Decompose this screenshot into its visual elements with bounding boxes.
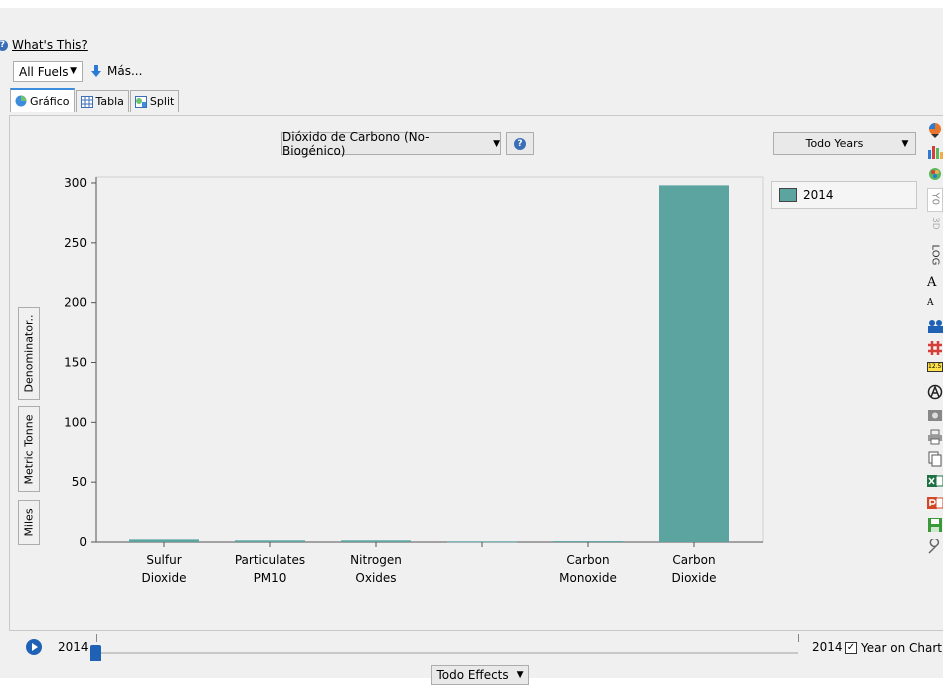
y-zero-toggle[interactable]: Y0	[927, 188, 943, 212]
bar[interactable]	[553, 541, 623, 543]
timeline-start-year: 2014	[58, 640, 89, 654]
y-tick-label: 50	[72, 475, 87, 489]
y-tick-label: 100	[64, 415, 87, 429]
effects-select[interactable]: Todo Effects ▼	[431, 665, 529, 685]
data-labels-icon[interactable]	[927, 384, 943, 400]
bar[interactable]	[235, 540, 305, 542]
decimal-places-label: 12.5	[928, 363, 942, 370]
font-smaller-button[interactable]: A	[927, 298, 943, 314]
y-zero-label: Y0	[929, 192, 941, 205]
copy-icon[interactable]	[927, 451, 943, 467]
x-tick-label: Oxides	[355, 571, 396, 585]
x-tick-label: Carbon	[566, 553, 609, 567]
year-on-chart-label: Year on Chart	[861, 641, 942, 655]
bar-chart-icon[interactable]	[927, 144, 943, 160]
font-larger-button[interactable]: A	[927, 275, 943, 291]
pie-chart-icon[interactable]	[927, 122, 943, 138]
y-tick-label: 300	[64, 176, 87, 190]
timeline-end-year: 2014	[812, 640, 843, 654]
three-d-toggle[interactable]: 3D	[927, 216, 943, 236]
log-scale-label: LOG	[929, 244, 941, 266]
y-tick-label: 200	[64, 296, 87, 310]
y-tick-label: 0	[79, 535, 87, 549]
bar[interactable]	[341, 540, 411, 542]
font-larger-label: A	[927, 275, 937, 290]
year-on-chart-checkbox[interactable]: ✓ Year on Chart	[845, 641, 942, 655]
x-tick-label: Nitrogen	[350, 553, 402, 567]
checkbox-checked-icon: ✓	[845, 642, 857, 654]
font-smaller-label: A	[927, 298, 934, 308]
bar[interactable]	[129, 539, 199, 542]
x-tick-label: Sulfur	[146, 553, 181, 567]
timeline-start-tick	[96, 634, 97, 642]
x-tick-label: Carbon	[672, 553, 715, 567]
x-tick-label: Monoxide	[559, 571, 617, 585]
x-tick-label: PM10	[254, 571, 287, 585]
color-palette-icon[interactable]	[927, 166, 943, 182]
camera-icon[interactable]	[927, 407, 943, 423]
excel-icon[interactable]	[927, 473, 943, 489]
grid-hash-icon[interactable]	[927, 340, 943, 356]
log-scale-toggle[interactable]: LOG	[927, 242, 943, 266]
save-icon[interactable]	[927, 517, 943, 533]
people-icon[interactable]	[927, 318, 943, 334]
play-button[interactable]	[26, 639, 42, 655]
effects-select-value: Todo Effects	[436, 668, 509, 682]
y-tick-label: 250	[64, 236, 87, 250]
x-tick-label: Dioxide	[672, 571, 717, 585]
bar-chart: 0 50 100 150 200 250 300 Sulfur Dioxide Particul…	[64, 176, 764, 585]
x-tick-label: Particulates	[235, 553, 305, 567]
print-icon[interactable]	[927, 429, 943, 445]
timeline-slider-handle[interactable]	[90, 645, 101, 661]
decimal-places-button[interactable]: 12.5	[927, 362, 943, 372]
three-d-label: 3D	[930, 217, 940, 230]
bar[interactable]	[659, 185, 729, 542]
y-tick-label: 150	[64, 355, 87, 369]
wrench-icon[interactable]	[927, 539, 943, 555]
timeline-end-tick	[798, 634, 799, 642]
chevron-down-icon: ▼	[516, 670, 524, 680]
powerpoint-icon[interactable]	[927, 495, 943, 511]
x-tick-label: Dioxide	[142, 571, 187, 585]
timeline-track[interactable]	[96, 652, 798, 654]
